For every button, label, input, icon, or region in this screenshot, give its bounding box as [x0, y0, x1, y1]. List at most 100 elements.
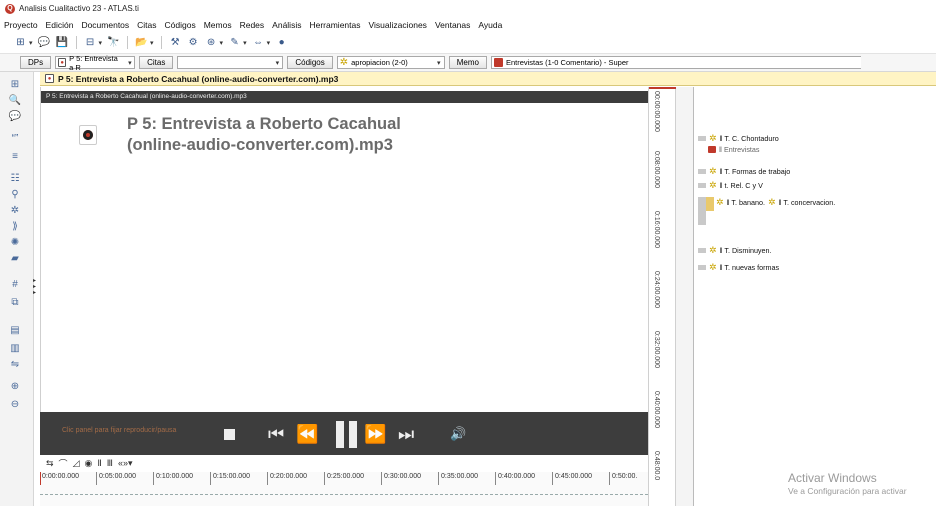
- code-star-icon: ✲: [767, 197, 776, 207]
- arc-icon[interactable]: ⌒: [59, 457, 68, 470]
- save-icon[interactable]: 💾: [56, 36, 69, 49]
- menu-citas[interactable]: Citas: [136, 20, 157, 30]
- fast-forward-icon[interactable]: ⏩: [364, 422, 386, 446]
- window-title: Analisis Cualitactivo 23 - ATLAS.ti: [19, 4, 139, 13]
- text-format-icon[interactable]: ≡: [8, 150, 22, 164]
- citas-button[interactable]: Citas: [139, 56, 174, 69]
- code-item[interactable]: ✲ ‖ T. banano. ✲ ‖ T. concervacion.: [716, 197, 835, 208]
- quotation-bracket[interactable]: [706, 197, 714, 211]
- menu-bar: Proyecto Edición Documentos Citas Código…: [0, 17, 936, 32]
- timeline-tick: 0:00:00.000: [40, 472, 96, 485]
- menu-codigos[interactable]: Códigos: [164, 20, 197, 30]
- stop-icon[interactable]: [224, 429, 235, 440]
- code-tool-icon[interactable]: ⚒: [169, 36, 182, 49]
- bomb-icon[interactable]: ●: [275, 36, 288, 49]
- memo-item[interactable]: ‖ Entrevistas: [708, 145, 760, 154]
- menu-proyecto[interactable]: Proyecto: [3, 20, 39, 30]
- memo-icon: [493, 58, 503, 67]
- menu-analisis[interactable]: Análisis: [271, 20, 302, 30]
- margin-divider[interactable]: [676, 87, 694, 506]
- menu-documentos[interactable]: Documentos: [80, 20, 130, 30]
- network-icon[interactable]: ⊛: [205, 36, 218, 49]
- volume-icon[interactable]: 🔊: [450, 422, 466, 446]
- menu-redes[interactable]: Redes: [239, 20, 266, 30]
- memo-sidebar-icon[interactable]: ▰: [8, 252, 22, 266]
- code-star-icon: ✲: [709, 180, 717, 190]
- quotation-bracket[interactable]: [698, 197, 706, 225]
- vertical-time-ruler[interactable]: 00:00:00.000 0:08:00.000 0:16:00.000 0:2…: [648, 87, 677, 506]
- code-list-icon[interactable]: ☷: [8, 172, 22, 186]
- skip-forward-icon[interactable]: ⏭: [398, 422, 414, 446]
- chevron-down-icon[interactable]: ▾: [220, 39, 224, 47]
- media-player-controls[interactable]: Clic panel para fijar reproducir/pausa ⏮…: [40, 412, 676, 455]
- comment-icon[interactable]: 💬: [8, 110, 22, 124]
- code-by-list-icon[interactable]: ✺: [8, 236, 22, 250]
- menu-ventanas[interactable]: Ventanas: [434, 20, 471, 30]
- loop-icon[interactable]: ⇆: [46, 458, 54, 469]
- menu-memos[interactable]: Memos: [203, 20, 233, 30]
- chevron-down-icon[interactable]: ▾: [243, 39, 247, 47]
- import-icon[interactable]: ⊟: [84, 36, 97, 49]
- chevron-down-icon[interactable]: ▾: [29, 39, 33, 47]
- marker-in-icon[interactable]: Ⅱ: [97, 458, 101, 469]
- binoculars-icon[interactable]: 🔭: [107, 36, 120, 49]
- code-bar: [698, 169, 706, 174]
- layout-icon[interactable]: ▤: [8, 324, 22, 338]
- more-options-icon[interactable]: «»▾: [118, 458, 133, 469]
- document-select-value: P 5: Entrevista a R: [69, 53, 118, 72]
- document-toolbar: DPs ● P 5: Entrevista a R ▾ Citas ▾ Códi…: [0, 54, 936, 72]
- media-viewer[interactable]: P 5: Entrevista a Roberto Cacahual (onli…: [40, 87, 676, 412]
- speech-bubble-icon[interactable]: 💬: [38, 36, 51, 49]
- pause-icon[interactable]: [336, 421, 358, 448]
- folder-open-icon[interactable]: 📂: [135, 36, 148, 49]
- media-title-line2: (online-audio-converter.com).mp3: [127, 136, 393, 154]
- zoom-in-icon[interactable]: ⊕: [8, 380, 22, 394]
- target-icon[interactable]: ◉: [84, 458, 92, 469]
- marker-out-icon[interactable]: Ⅲ: [107, 458, 113, 469]
- pen-icon[interactable]: ✎: [228, 36, 241, 49]
- codigos-select[interactable]: ✲ apropiacion (2-0) ▾: [336, 56, 445, 69]
- memo-select[interactable]: Entrevistas (1-0 Comentario) - Super: [490, 56, 861, 69]
- codigos-button[interactable]: Códigos: [287, 56, 333, 69]
- chevron-down-icon[interactable]: ▾: [99, 39, 103, 47]
- network-link-icon[interactable]: ⇋: [8, 358, 22, 372]
- counter-icon[interactable]: #: [8, 278, 22, 292]
- expand-arrows-icon[interactable]: ▸ ▸ ▸: [33, 278, 39, 296]
- open-coding-icon[interactable]: ✲: [8, 204, 22, 218]
- quotation-icon[interactable]: ⊞: [8, 78, 22, 92]
- code-item[interactable]: ✲ ‖ T. nuevas formas: [698, 263, 779, 272]
- menu-edicion[interactable]: Edición: [45, 20, 75, 30]
- code-star-icon: ✲: [339, 56, 349, 68]
- code-item[interactable]: ✲ ‖ T. Disminuyen.: [698, 246, 772, 255]
- code-item[interactable]: ✲ ‖ t. Rel. C y V: [698, 181, 763, 190]
- code-bar: [698, 183, 706, 188]
- in-vivo-icon[interactable]: ⟫: [8, 220, 22, 234]
- chevron-down-icon[interactable]: ▾: [267, 39, 271, 47]
- zoom-out-icon[interactable]: ⊖: [8, 398, 22, 412]
- document-select[interactable]: ● P 5: Entrevista a R ▾: [55, 53, 136, 72]
- media-title-line1: P 5: Entrevista a Roberto Cacahual: [127, 115, 401, 133]
- code-item[interactable]: ✲ ‖ T. C. Chontaduro: [698, 134, 779, 143]
- zoom-search-icon[interactable]: 🔍: [8, 94, 22, 108]
- query-tool-icon[interactable]: ⚙: [187, 36, 200, 49]
- new-project-icon[interactable]: ⊞: [14, 36, 27, 49]
- menu-herramientas[interactable]: Herramientas: [308, 20, 361, 30]
- rewind-icon[interactable]: ⏪: [296, 422, 318, 446]
- skip-back-icon[interactable]: ⏮: [268, 422, 284, 446]
- timeline[interactable]: 0:00:00.000 0:05:00.000 0:10:00.000 0:15…: [40, 472, 648, 506]
- memo-button[interactable]: Memo: [448, 56, 487, 69]
- dps-button[interactable]: DPs: [20, 56, 52, 69]
- arrows-icon[interactable]: ⇔: [252, 36, 265, 49]
- copy-icon[interactable]: ⧉: [8, 296, 22, 310]
- media-document-icon: ●: [58, 58, 67, 67]
- chevron-down-icon[interactable]: ▾: [150, 39, 154, 47]
- filter-icon[interactable]: ⚲: [8, 188, 22, 202]
- audio-waveform: [40, 494, 648, 495]
- panel-icon[interactable]: ▥: [8, 342, 22, 356]
- citas-select[interactable]: ▾: [177, 56, 284, 69]
- menu-ayuda[interactable]: Ayuda: [477, 20, 503, 30]
- quote-marks-icon[interactable]: “”: [8, 132, 22, 146]
- waveform-icon[interactable]: ◿: [73, 458, 80, 469]
- menu-visualizaciones[interactable]: Visualizaciones: [368, 20, 428, 30]
- code-item[interactable]: ✲ ‖ T. Formas de trabajo: [698, 167, 790, 176]
